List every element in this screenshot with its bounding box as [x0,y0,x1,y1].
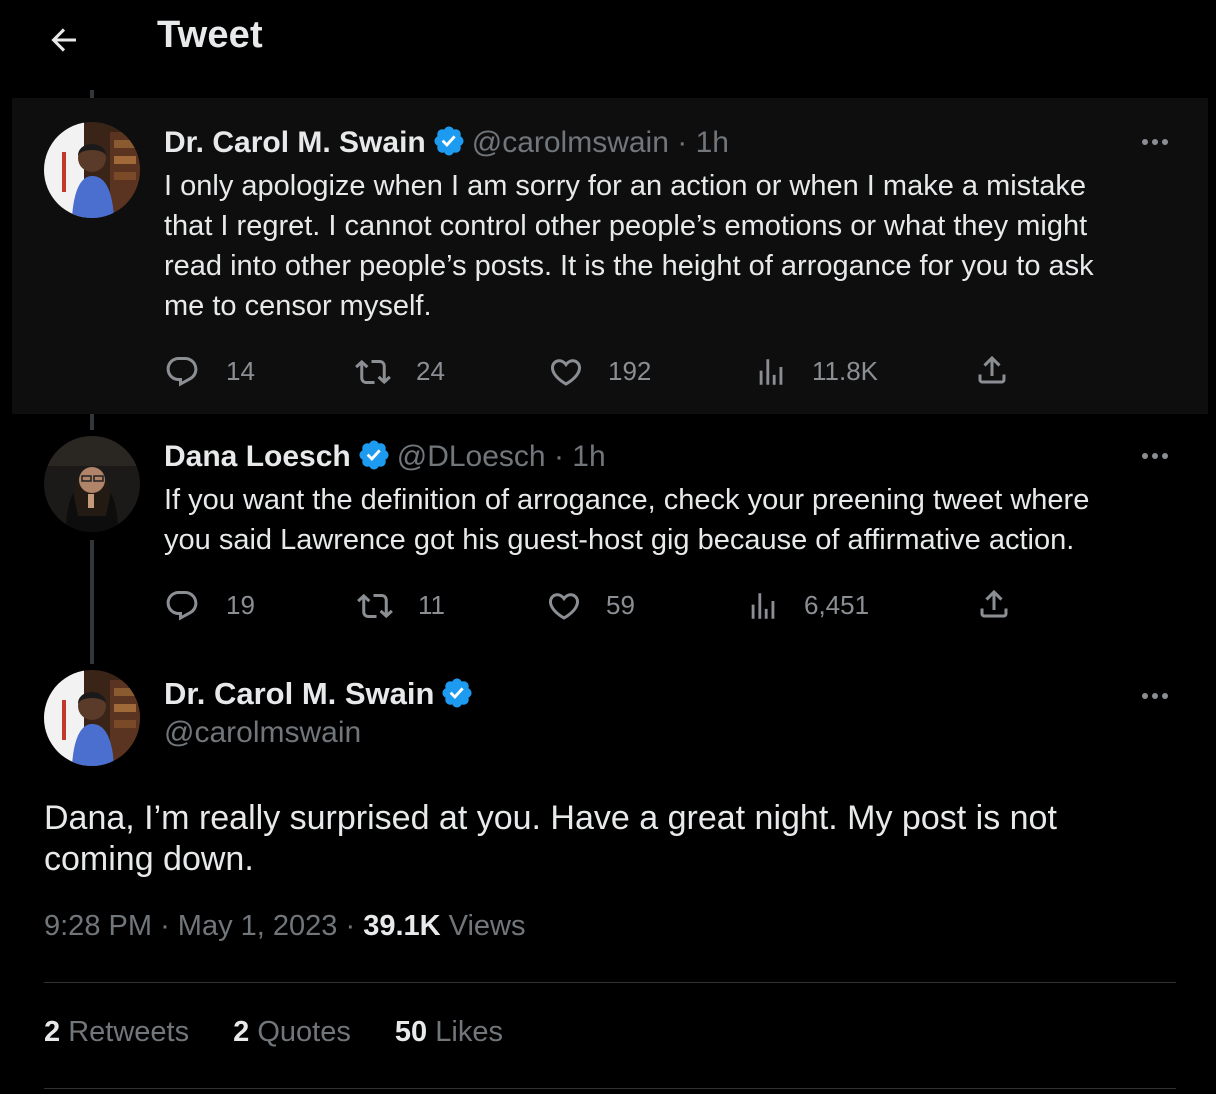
like-icon [550,359,582,386]
text-line: Dana, I’m really surprised at you. Have … [44,799,1057,837]
reply-icon [166,591,198,621]
text-line: read into other people’s posts. It is th… [164,250,1094,282]
engagement-stats: 2 Retweets 2 Quotes 50 Likes [44,1016,539,1049]
tweet-time[interactable]: 1h [572,440,605,473]
text-line: you said Lawrence got his guest-host gig… [164,524,1075,556]
tweet-date[interactable]: May 1, 2023 [178,910,338,942]
verified-badge-icon [359,440,389,470]
separator: · [160,910,170,942]
retweet-icon [357,593,393,619]
views-count: 11.8K [812,356,879,386]
retweet-button[interactable]: 24 [354,352,504,392]
author-name[interactable]: Dr. Carol M. Swain [164,676,434,711]
tweet-text: Dana, I’m really surprised at you. Have … [44,798,1174,880]
reply-count: 19 [226,590,255,620]
separator: · [553,440,564,473]
separator: · [677,126,688,159]
tweet-text: I only apologize when I am sorry for an … [164,166,1174,326]
views-count: 6,451 [804,590,870,620]
more-icon[interactable] [1138,132,1178,152]
reply-button[interactable]: 14 [164,352,314,392]
avatar[interactable] [44,436,140,532]
like-icon [548,593,580,620]
retweets-stat[interactable]: 2 Retweets [44,1016,189,1048]
text-line: me to censor myself. [164,290,432,322]
author-name[interactable]: Dana Loesch [164,440,351,473]
tweet-time[interactable]: 1h [696,126,729,159]
views-button[interactable]: 6,451 [746,586,906,626]
author-handle[interactable]: @DLoesch [397,440,546,473]
header-bar: Tweet [0,0,1216,80]
retweet-icon [355,359,391,385]
views-icon [751,593,775,619]
share-icon [978,355,1006,384]
verified-badge-icon [442,678,472,708]
text-line: I only apologize when I am sorry for an … [164,170,1086,202]
retweets-label: Retweets [68,1016,190,1048]
separator: · [345,910,356,942]
quotes-stat[interactable]: 2 Quotes [233,1016,351,1048]
thread-connector [90,540,94,664]
text-line: that I regret. I cannot control other pe… [164,210,1088,242]
tweet-text: If you want the definition of arrogance,… [164,480,1174,560]
page-title: Tweet [157,14,263,56]
views-label: Views [448,910,526,942]
retweet-count: 11 [418,590,445,620]
retweet-count: 24 [416,356,445,386]
tweet-time[interactable]: 9:28 PM [44,910,152,942]
views-count: 39.1K [363,910,441,942]
more-icon[interactable] [1138,446,1178,466]
author-name-row: Dr. Carol M. Swain [164,676,480,712]
tweet-meta: Dr. Carol M. Swain @carolmswain · 1h [164,124,729,160]
like-button[interactable]: 59 [546,586,696,626]
likes-label: Likes [435,1016,503,1048]
retweet-button[interactable]: 11 [356,586,506,626]
reply-icon [166,357,198,387]
share-icon [980,589,1008,618]
avatar[interactable] [44,670,140,766]
back-arrow-icon[interactable] [46,22,82,58]
views-icon [759,359,783,385]
reply-count: 14 [226,356,255,386]
tweet-actions: 19 11 59 6,451 [164,586,1174,626]
like-count: 59 [606,590,635,620]
retweets-count: 2 [44,1016,61,1048]
share-button[interactable] [974,352,1010,393]
like-button[interactable]: 192 [548,352,698,392]
author-handle[interactable]: @carolmswain [164,716,361,750]
text-line: coming down. [44,840,254,878]
likes-stat[interactable]: 50 Likes [395,1016,503,1048]
verified-badge-icon [434,126,464,156]
tweet-meta: Dana Loesch @DLoesch · 1h [164,438,606,474]
divider [44,1088,1176,1089]
reply-button[interactable]: 19 [164,586,314,626]
divider [44,982,1176,983]
views-button[interactable]: 11.8K [754,352,914,392]
share-button[interactable] [976,586,1012,627]
author-name[interactable]: Dr. Carol M. Swain [164,126,426,159]
more-icon[interactable] [1138,686,1178,706]
quotes-count: 2 [233,1016,250,1048]
text-line: If you want the definition of arrogance,… [164,484,1090,516]
author-handle[interactable]: @carolmswain [472,126,669,159]
quotes-label: Quotes [257,1016,351,1048]
like-count: 192 [608,356,652,386]
avatar[interactable] [44,122,140,218]
tweet-timestamp: 9:28 PM · May 1, 2023 · 39.1K Views [44,910,526,943]
tweet-actions: 14 24 192 11.8K [164,352,1174,392]
likes-count: 50 [394,1016,428,1048]
